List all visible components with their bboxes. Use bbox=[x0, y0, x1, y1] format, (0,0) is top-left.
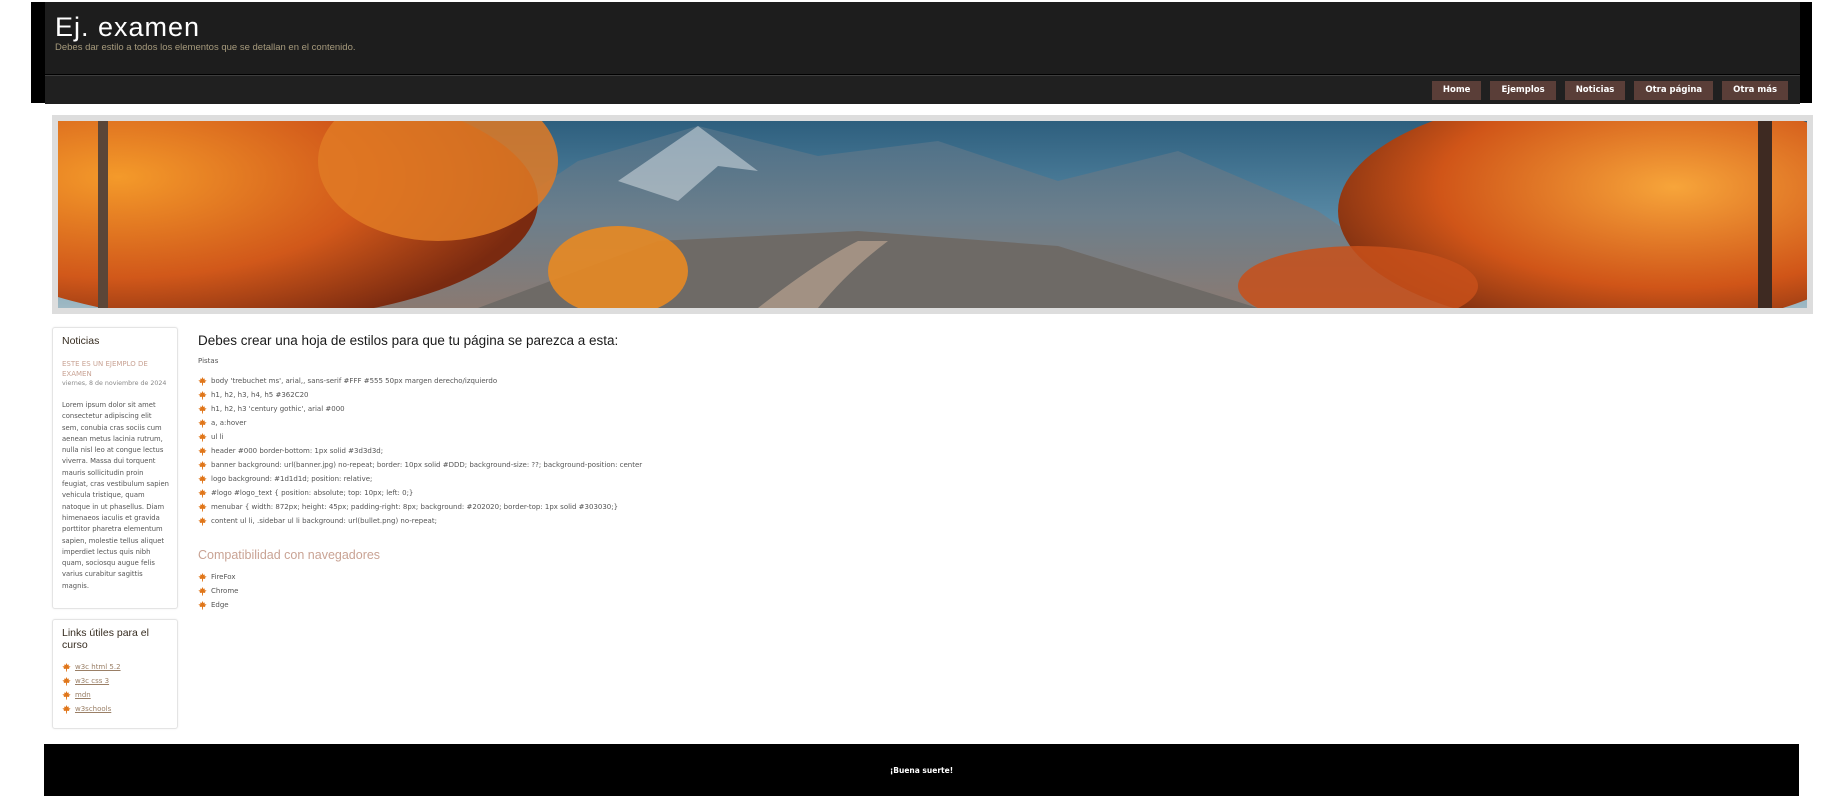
list-item: header #000 border-bottom: 1px solid #3d… bbox=[198, 444, 642, 458]
list-item: a, a:hover bbox=[198, 416, 642, 430]
maple-leaf-icon bbox=[62, 676, 71, 686]
list-item: Edge bbox=[198, 598, 238, 612]
list-item: h1, h2, h3 'century gothic', arial #000 bbox=[198, 402, 642, 416]
hints-list: body 'trebuchet ms', arial,, sans-serif … bbox=[198, 374, 642, 528]
list-item: Chrome bbox=[198, 584, 238, 598]
footer-text: ¡Buena suerte! bbox=[889, 765, 954, 775]
list-item: body 'trebuchet ms', arial,, sans-serif … bbox=[198, 374, 642, 388]
nav-otra-pagina[interactable]: Otra página bbox=[1634, 81, 1714, 100]
maple-leaf-icon bbox=[198, 474, 207, 484]
list-item: logo background: #1d1d1d; position: rela… bbox=[198, 472, 642, 486]
browser-list: FireFox Chrome Edge bbox=[198, 570, 238, 612]
maple-leaf-icon bbox=[198, 586, 207, 596]
site-title: Ej. examen bbox=[55, 12, 201, 42]
nav-noticias[interactable]: Noticias bbox=[1564, 81, 1626, 100]
content-heading: Debes crear una hoja de estilos para que… bbox=[198, 333, 619, 348]
maple-leaf-icon bbox=[198, 418, 207, 428]
banner-landscape bbox=[58, 121, 1807, 308]
list-item: w3schools bbox=[62, 702, 121, 716]
link-w3c-css[interactable]: w3c css 3 bbox=[75, 677, 109, 685]
list-item: mdn bbox=[62, 688, 121, 702]
maple-leaf-icon bbox=[198, 516, 207, 526]
list-item: ul li bbox=[198, 430, 642, 444]
news-heading: Noticias bbox=[62, 335, 100, 347]
maple-leaf-icon bbox=[198, 390, 207, 400]
logo: Ej. examen Debes dar estilo a todos los … bbox=[45, 2, 1800, 74]
links-list: w3c html 5.2 w3c css 3 mdn w3schools bbox=[62, 660, 121, 716]
menubar: Home Ejemplos Noticias Otra página Otra … bbox=[45, 75, 1800, 104]
maple-leaf-icon bbox=[198, 432, 207, 442]
news-item-body: Lorem ipsum dolor sit amet consectetur a… bbox=[62, 401, 169, 590]
maple-leaf-icon bbox=[62, 690, 71, 700]
news-item-date: viernes, 8 de noviembre de 2024 bbox=[62, 380, 167, 387]
list-item: w3c css 3 bbox=[62, 674, 121, 688]
list-item: #logo #logo_text { position: absolute; t… bbox=[198, 486, 642, 500]
maple-leaf-icon bbox=[198, 502, 207, 512]
maple-leaf-icon bbox=[62, 662, 71, 672]
compat-heading: Compatibilidad con navegadores bbox=[198, 548, 381, 562]
maple-leaf-icon bbox=[198, 404, 207, 414]
banner-image bbox=[52, 115, 1813, 314]
links-heading: Links útiles para el curso bbox=[62, 627, 149, 651]
list-item: h1, h2, h3, h4, h5 #362C20 bbox=[198, 388, 642, 402]
hints-label: Pistas bbox=[198, 357, 219, 365]
nav-ejemplos[interactable]: Ejemplos bbox=[1490, 81, 1556, 100]
nav-menu: Home Ejemplos Noticias Otra página Otra … bbox=[1431, 81, 1788, 100]
list-item: content ul li, .sidebar ul li background… bbox=[198, 514, 642, 528]
sidebar-links-box: Links útiles para el curso w3c html 5.2 … bbox=[52, 619, 178, 729]
link-mdn[interactable]: mdn bbox=[75, 691, 91, 699]
list-item: FireFox bbox=[198, 570, 238, 584]
list-item: menubar { width: 872px; height: 45px; pa… bbox=[198, 500, 642, 514]
site-footer: ¡Buena suerte! bbox=[44, 744, 1799, 796]
sidebar-news-box: Noticias ESTE ES UN EJEMPLO DE EXAMEN vi… bbox=[52, 327, 178, 609]
link-w3schools[interactable]: w3schools bbox=[75, 705, 111, 713]
maple-leaf-icon bbox=[198, 488, 207, 498]
maple-leaf-icon bbox=[198, 376, 207, 386]
site-header: Ej. examen Debes dar estilo a todos los … bbox=[31, 2, 1812, 104]
maple-leaf-icon bbox=[198, 460, 207, 470]
maple-leaf-icon bbox=[62, 704, 71, 714]
list-item: banner background: url(banner.jpg) no-re… bbox=[198, 458, 642, 472]
news-item-title[interactable]: ESTE ES UN EJEMPLO DE EXAMEN bbox=[62, 359, 170, 379]
nav-otra-mas[interactable]: Otra más bbox=[1722, 81, 1788, 100]
list-item: w3c html 5.2 bbox=[62, 660, 121, 674]
nav-home[interactable]: Home bbox=[1431, 81, 1482, 100]
maple-leaf-icon bbox=[198, 600, 207, 610]
site-subtitle: Debes dar estilo a todos los elementos q… bbox=[55, 42, 356, 53]
maple-leaf-icon bbox=[198, 572, 207, 582]
link-w3c-html[interactable]: w3c html 5.2 bbox=[75, 663, 121, 671]
maple-leaf-icon bbox=[198, 446, 207, 456]
